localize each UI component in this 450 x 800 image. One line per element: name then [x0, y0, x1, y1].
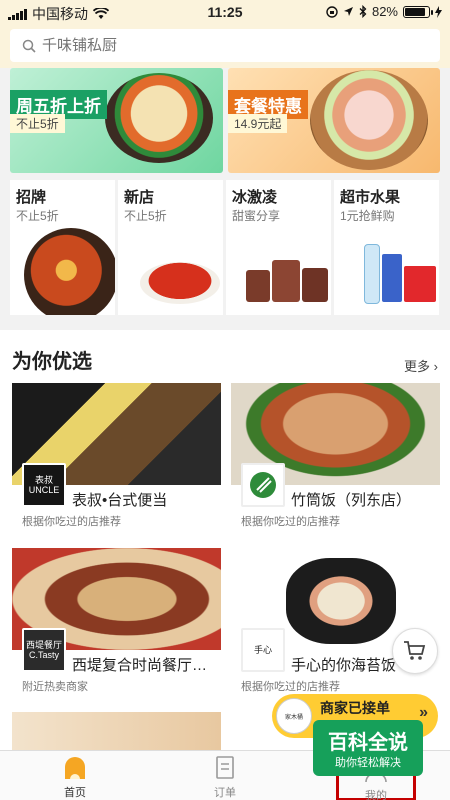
watermark-logo: 百科全说 助你轻松解决 [313, 720, 423, 776]
more-link[interactable]: 更多 › [404, 356, 438, 375]
category-name: 冰激凌 [232, 189, 278, 206]
promo-banner-combo[interactable]: 套餐特惠 14.9元起 [228, 68, 440, 173]
shop-reason: 根据你吃过的店推荐 [241, 681, 340, 693]
chevron-right-icon: » [419, 704, 428, 721]
groceries-image [364, 244, 438, 310]
shop-reason: 根据你吃过的店推荐 [22, 516, 121, 528]
shop-logo [241, 463, 285, 507]
tab-label: 订单 [214, 787, 236, 799]
tab-label: 我的 [365, 790, 387, 800]
banner-subtitle: 不止5折 [10, 114, 65, 133]
shop-reason: 附近热卖商家 [22, 681, 88, 693]
noodle-bowl-image [24, 228, 115, 315]
tab-orders[interactable]: 订单 [150, 751, 300, 800]
battery-icon [403, 5, 433, 18]
cart-icon [404, 641, 426, 660]
category-name: 新店 [124, 189, 155, 206]
shop-name: 手心的你海苔饭 [291, 657, 397, 674]
watermark-subtitle: 助你轻松解决 [335, 757, 401, 769]
search-icon [22, 39, 36, 53]
banner-food-image [105, 73, 213, 163]
tab-label: 首页 [64, 787, 86, 799]
shop-name: 西堤复合时尚餐厅… [72, 657, 208, 674]
shop-logo: 西堤餐厅 C.Tasty [22, 628, 66, 672]
banner-subtitle: 14.9元起 [228, 114, 288, 133]
charging-icon [435, 5, 442, 18]
search-bar[interactable] [10, 29, 440, 62]
shop-reason: 根据你吃过的店推荐 [241, 516, 340, 528]
shop-name: 竹筒饭（列东店） [291, 492, 412, 509]
ice-cream-tubs-image [246, 260, 328, 308]
tab-home[interactable]: 首页 [0, 751, 150, 800]
category-name: 招牌 [16, 189, 47, 206]
promo-banner-friday[interactable]: 周五折上折 不止5折 [10, 68, 223, 173]
watermark-title: 百科全说 [328, 732, 408, 754]
shop-card-partial[interactable] [12, 712, 221, 750]
order-list-icon [216, 756, 234, 779]
bamboo-logo-icon [250, 472, 276, 498]
status-bar: 中国移动 11:25 82% [0, 0, 450, 26]
shop-logo: 表叔 UNCLE [22, 463, 66, 507]
category-desc: 1元抢鲜购 [340, 209, 395, 223]
location-icon [343, 7, 353, 16]
section-title: 为你优选 [12, 351, 92, 373]
bluetooth-icon [359, 5, 367, 18]
category-desc: 甜蜜分享 [232, 209, 281, 223]
category-ice-cream[interactable]: 冰激凌 甜蜜分享 [226, 180, 331, 315]
top-header: 中国移动 11:25 82% [0, 0, 450, 68]
home-icon [65, 757, 85, 779]
spicy-dish-image [140, 262, 220, 304]
category-desc: 不止5折 [16, 209, 59, 223]
search-input[interactable] [42, 37, 402, 54]
cart-button[interactable] [392, 628, 438, 674]
category-signature[interactable]: 招牌 不止5折 [10, 180, 115, 315]
shop-card[interactable]: 表叔 UNCLE 表叔•台式便当 根据你吃过的店推荐 [12, 383, 221, 533]
toast-message: 商家已接单 [320, 700, 390, 716]
shop-card[interactable]: 手心 手心的你海苔饭 根据你吃过的店推荐 [231, 548, 440, 698]
banner-food-image [310, 70, 428, 170]
shop-name: 表叔•台式便当 [72, 492, 168, 509]
rotation-lock-icon [326, 5, 338, 18]
category-market-fruit[interactable]: 超市水果 1元抢鲜购 [334, 180, 439, 315]
category-desc: 不止5折 [124, 209, 167, 223]
battery-percent: 82% [371, 4, 398, 19]
category-new-store[interactable]: 新店 不止5折 [118, 180, 223, 315]
category-name: 超市水果 [340, 189, 401, 206]
toast-shop-logo: 家木桶 [276, 698, 312, 734]
shop-card[interactable]: 西堤餐厅 C.Tasty 西堤复合时尚餐厅… 附近热卖商家 [12, 548, 221, 698]
shop-card[interactable]: 竹筒饭（列东店） 根据你吃过的店推荐 [231, 383, 440, 533]
shop-logo: 手心 [241, 628, 285, 672]
